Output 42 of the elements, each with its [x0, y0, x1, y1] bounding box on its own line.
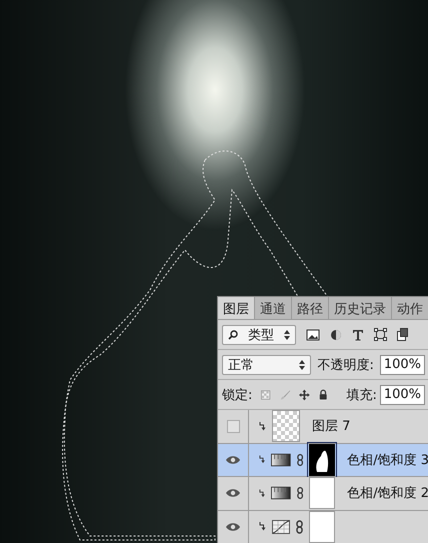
- eye-icon[interactable]: [225, 488, 241, 498]
- layer-row[interactable]: 色相/饱和度 2: [249, 477, 428, 510]
- transform-icon[interactable]: [374, 328, 387, 341]
- eye-icon[interactable]: [225, 454, 241, 465]
- opacity-field[interactable]: 100%: [380, 354, 425, 374]
- hue-saturation-icon: [271, 452, 291, 467]
- panel-tab[interactable]: 通道: [255, 297, 292, 319]
- visibility-toggle[interactable]: [226, 420, 240, 433]
- panel-tab[interactable]: 历史记录: [329, 297, 392, 319]
- layer-name: 色相/饱和度 2: [347, 485, 428, 502]
- blend-mode-dropdown[interactable]: 正常: [222, 354, 312, 374]
- panel-tab[interactable]: 图层: [218, 297, 255, 319]
- filter-dropdown[interactable]: 类型: [222, 324, 296, 344]
- layer-thumbnail[interactable]: [272, 410, 300, 442]
- panel-tab[interactable]: 动作: [392, 297, 428, 319]
- layer-name: 图层 7: [312, 418, 350, 436]
- layer-name: 色相/饱和度 3: [347, 452, 428, 469]
- move-icon[interactable]: [299, 388, 310, 402]
- chain-link-icon[interactable]: [296, 486, 304, 500]
- chain-link-icon[interactable]: [296, 520, 303, 534]
- layer-mask-thumbnail[interactable]: [309, 510, 335, 543]
- opacity-label: 不透明度:: [317, 356, 374, 374]
- search-icon: [228, 330, 238, 340]
- stepper-arrows-icon: [299, 360, 306, 370]
- chain-link-icon[interactable]: [296, 452, 304, 467]
- lock-label: 锁定:: [222, 386, 252, 404]
- stepper-arrows-icon: [284, 330, 290, 340]
- eye-icon[interactable]: [225, 522, 241, 532]
- panel-tab[interactable]: 路径: [292, 297, 329, 319]
- hue-saturation-icon: [271, 486, 291, 500]
- layer-mask-thumbnail[interactable]: [309, 477, 336, 510]
- fill-field[interactable]: 100%: [380, 384, 425, 404]
- type-icon[interactable]: [352, 328, 364, 340]
- lock-icon[interactable]: [319, 388, 328, 401]
- smart-object-icon[interactable]: [397, 328, 408, 341]
- fill-label: 填充:: [346, 386, 377, 404]
- half-circle-icon[interactable]: [330, 328, 342, 340]
- checkerboard-icon[interactable]: [261, 388, 271, 400]
- image-icon[interactable]: [306, 328, 320, 340]
- curves-icon: [272, 520, 290, 534]
- layer-row[interactable]: 图层 7: [249, 410, 428, 442]
- layer-mask-thumbnail[interactable]: [309, 444, 336, 476]
